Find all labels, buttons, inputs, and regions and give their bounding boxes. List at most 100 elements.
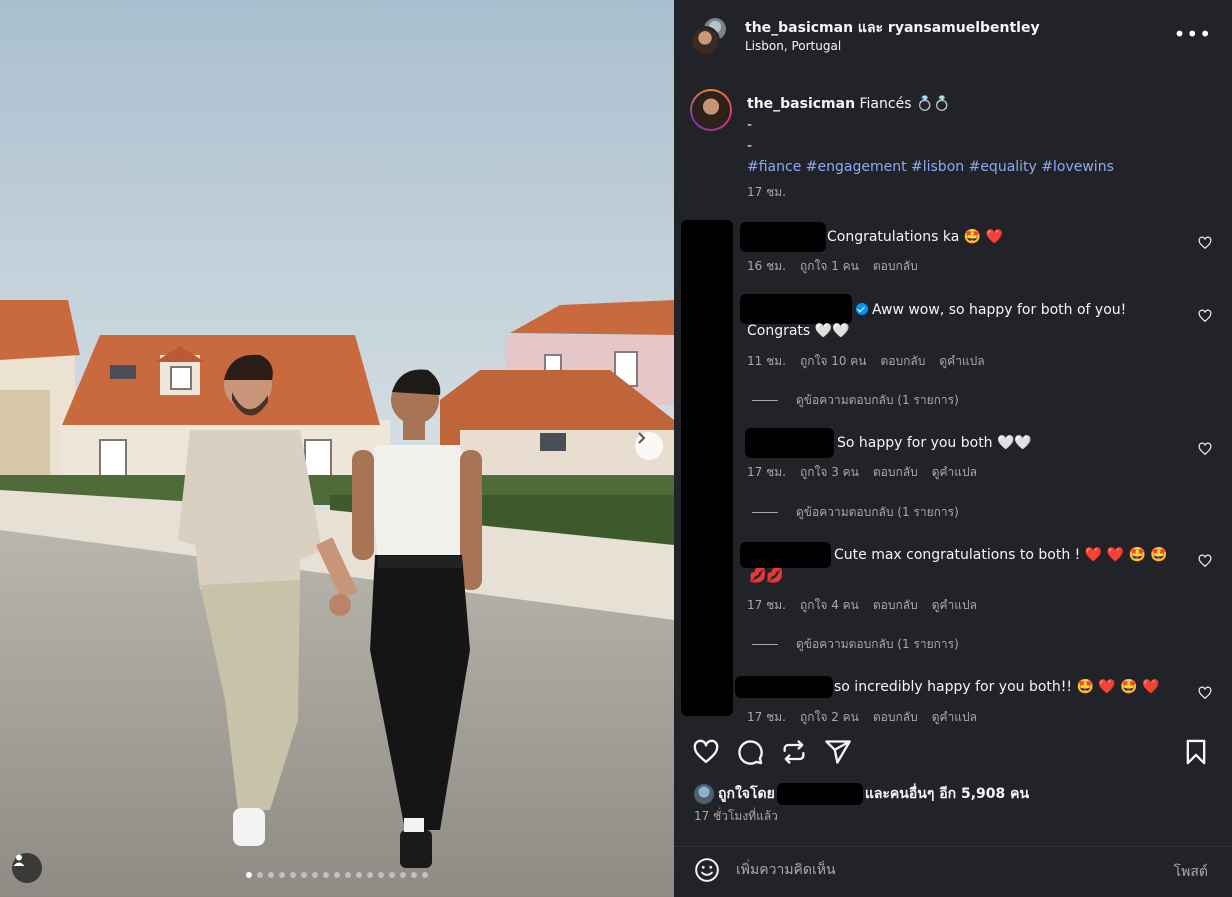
comment-likes[interactable]: ถูกใจ 1 คน [800, 257, 859, 276]
bookmark-save-icon[interactable] [1182, 738, 1210, 766]
redacted-username [740, 542, 831, 568]
comment-bubble-icon[interactable] [736, 738, 764, 766]
comment-text: Congratulations ka 🤩 ❤️ [827, 229, 1004, 245]
comment-text-line: 💋💋 [749, 568, 784, 584]
carousel-dot [257, 872, 263, 878]
caption-line: - [747, 138, 753, 154]
comment-time: 11 ชม. [747, 354, 786, 368]
carousel-dot [312, 872, 318, 878]
next-slide-button[interactable] [635, 432, 663, 460]
like-heart-icon[interactable] [692, 738, 720, 766]
view-replies-label: ดูข้อความตอบกลับ (1 รายการ) [796, 393, 959, 407]
post-actions [674, 734, 1232, 770]
carousel-dot [411, 872, 417, 878]
carousel-dot [323, 872, 329, 878]
caption-text: Fiancés 💍💍 [855, 96, 951, 112]
author-names[interactable]: the_basicman และ ryansamuelbentley [745, 17, 1040, 39]
post-photo[interactable] [0, 0, 674, 897]
redacted-username [776, 783, 863, 805]
emoji-icon[interactable] [694, 857, 720, 883]
reply-button[interactable]: ตอบกลับ [873, 708, 918, 727]
like-comment-heart-icon[interactable] [1198, 309, 1212, 323]
post-location[interactable]: Lisbon, Portugal [745, 39, 841, 53]
comment-meta: 17 ชม. ถูกใจ 3 คน ตอบกลับ ดูคำแปล [747, 463, 977, 482]
carousel-dot [268, 872, 274, 878]
likes-suffix: และคนอื่นๆ อีก 5,908 คน [864, 786, 1030, 802]
comment-meta: 11 ชม. ถูกใจ 10 คน ตอบกลับ ดูคำแปล [747, 352, 985, 371]
chevron-right-icon [638, 432, 646, 444]
redacted-username [740, 294, 852, 324]
comment-input[interactable] [736, 859, 1136, 881]
comment-meta: 17 ชม. ถูกใจ 2 คน ตอบกลับ ดูคำแปล [747, 708, 977, 727]
avatar [694, 784, 714, 804]
caption-avatar[interactable] [690, 89, 732, 131]
caption-hashtags[interactable]: #fiance #engagement #lisbon #equality #l… [747, 157, 1207, 178]
photo-illustration [0, 0, 674, 897]
view-replies-label: ดูข้อความตอบกลับ (1 รายการ) [796, 637, 959, 651]
reply-button[interactable]: ตอบกลับ [873, 257, 918, 276]
verified-badge-icon [856, 303, 868, 315]
reply-button[interactable]: ตอบกลับ [873, 463, 918, 482]
reply-button[interactable]: ตอบกลับ [881, 352, 926, 371]
like-comment-heart-icon[interactable] [1198, 554, 1212, 568]
comment-time: 17 ชม. [747, 465, 786, 479]
carousel-dot [367, 872, 373, 878]
comment-likes[interactable]: ถูกใจ 4 คน [800, 596, 859, 615]
post-timestamp: 17 ชั่วโมงที่แล้ว [694, 809, 778, 823]
carousel-dot [422, 872, 428, 878]
more-options-button[interactable]: ••• [1174, 24, 1212, 44]
carousel-dot [400, 872, 406, 878]
carousel-dot [279, 872, 285, 878]
carousel-dot [301, 872, 307, 878]
translate-button[interactable]: ดูคำแปล [932, 463, 977, 482]
comment-meta: 17 ชม. ถูกใจ 4 คน ตอบกลับ ดูคำแปล [747, 596, 977, 615]
share-send-icon[interactable] [824, 738, 852, 766]
repost-icon[interactable] [780, 738, 808, 766]
like-comment-heart-icon[interactable] [1198, 236, 1212, 250]
carousel-indicator [0, 872, 674, 878]
translate-button[interactable]: ดูคำแปล [939, 352, 984, 371]
tagged-users-button[interactable] [12, 853, 42, 883]
comment-likes[interactable]: ถูกใจ 3 คน [800, 463, 859, 482]
carousel-dot [378, 872, 384, 878]
comment-text: so incredibly happy for you both!! 🤩 ❤️ … [834, 679, 1160, 695]
carousel-dot [334, 872, 340, 878]
redacted-username [745, 428, 834, 458]
comment-text: So happy for you both 🤍🤍 [837, 435, 1032, 451]
view-replies-button[interactable]: ดูข้อความตอบกลับ (1 รายการ) [752, 503, 959, 522]
carousel-dot [345, 872, 351, 878]
comment-likes[interactable]: ถูกใจ 10 คน [800, 352, 867, 371]
redacted-username [740, 222, 826, 252]
reply-button[interactable]: ตอบกลับ [873, 596, 918, 615]
like-comment-heart-icon[interactable] [1198, 686, 1212, 700]
carousel-dot [246, 872, 252, 878]
translate-button[interactable]: ดูคำแปล [932, 596, 977, 615]
post-header: the_basicman และ ryansamuelbentley Lisbo… [674, 0, 1232, 70]
translate-button[interactable]: ดูคำแปล [932, 708, 977, 727]
comment-text: Cute max congratulations to both ! ❤️ ❤️… [834, 547, 1168, 563]
post-caption: the_basicman Fiancés 💍💍 - - #fiance #eng… [747, 94, 1207, 178]
likes-prefix: ถูกใจโดย [718, 786, 775, 802]
caption-timestamp: 17 ชม. [747, 185, 786, 199]
like-comment-heart-icon[interactable] [1198, 442, 1212, 456]
likes-summary[interactable]: ถูกใจโดย และคนอื่นๆ อีก 5,908 คน [694, 783, 1029, 805]
view-replies-label: ดูข้อความตอบกลับ (1 รายการ) [796, 505, 959, 519]
redacted-avatars [681, 220, 733, 716]
comment-likes[interactable]: ถูกใจ 2 คน [800, 708, 859, 727]
carousel-dot [389, 872, 395, 878]
comment-time: 16 ชม. [747, 259, 786, 273]
comment-text-line: Congrats 🤍🤍 [747, 323, 850, 339]
view-replies-button[interactable]: ดูข้อความตอบกลับ (1 รายการ) [752, 635, 959, 654]
user-icon [13, 854, 25, 866]
add-comment-bar: โพสต์ [674, 846, 1232, 897]
collab-avatars[interactable] [690, 16, 730, 56]
comment-text: Aww wow, so happy for both of you! [856, 300, 1232, 321]
caption-username[interactable]: the_basicman [747, 96, 855, 112]
avatar [690, 26, 720, 56]
carousel-dot [290, 872, 296, 878]
post-sidebar: the_basicman และ ryansamuelbentley Lisbo… [674, 0, 1232, 897]
view-replies-button[interactable]: ดูข้อความตอบกลับ (1 รายการ) [752, 391, 959, 410]
caption-line: - [747, 117, 753, 133]
post-comment-button[interactable]: โพสต์ [1174, 861, 1208, 883]
comment-time: 17 ชม. [747, 710, 786, 724]
